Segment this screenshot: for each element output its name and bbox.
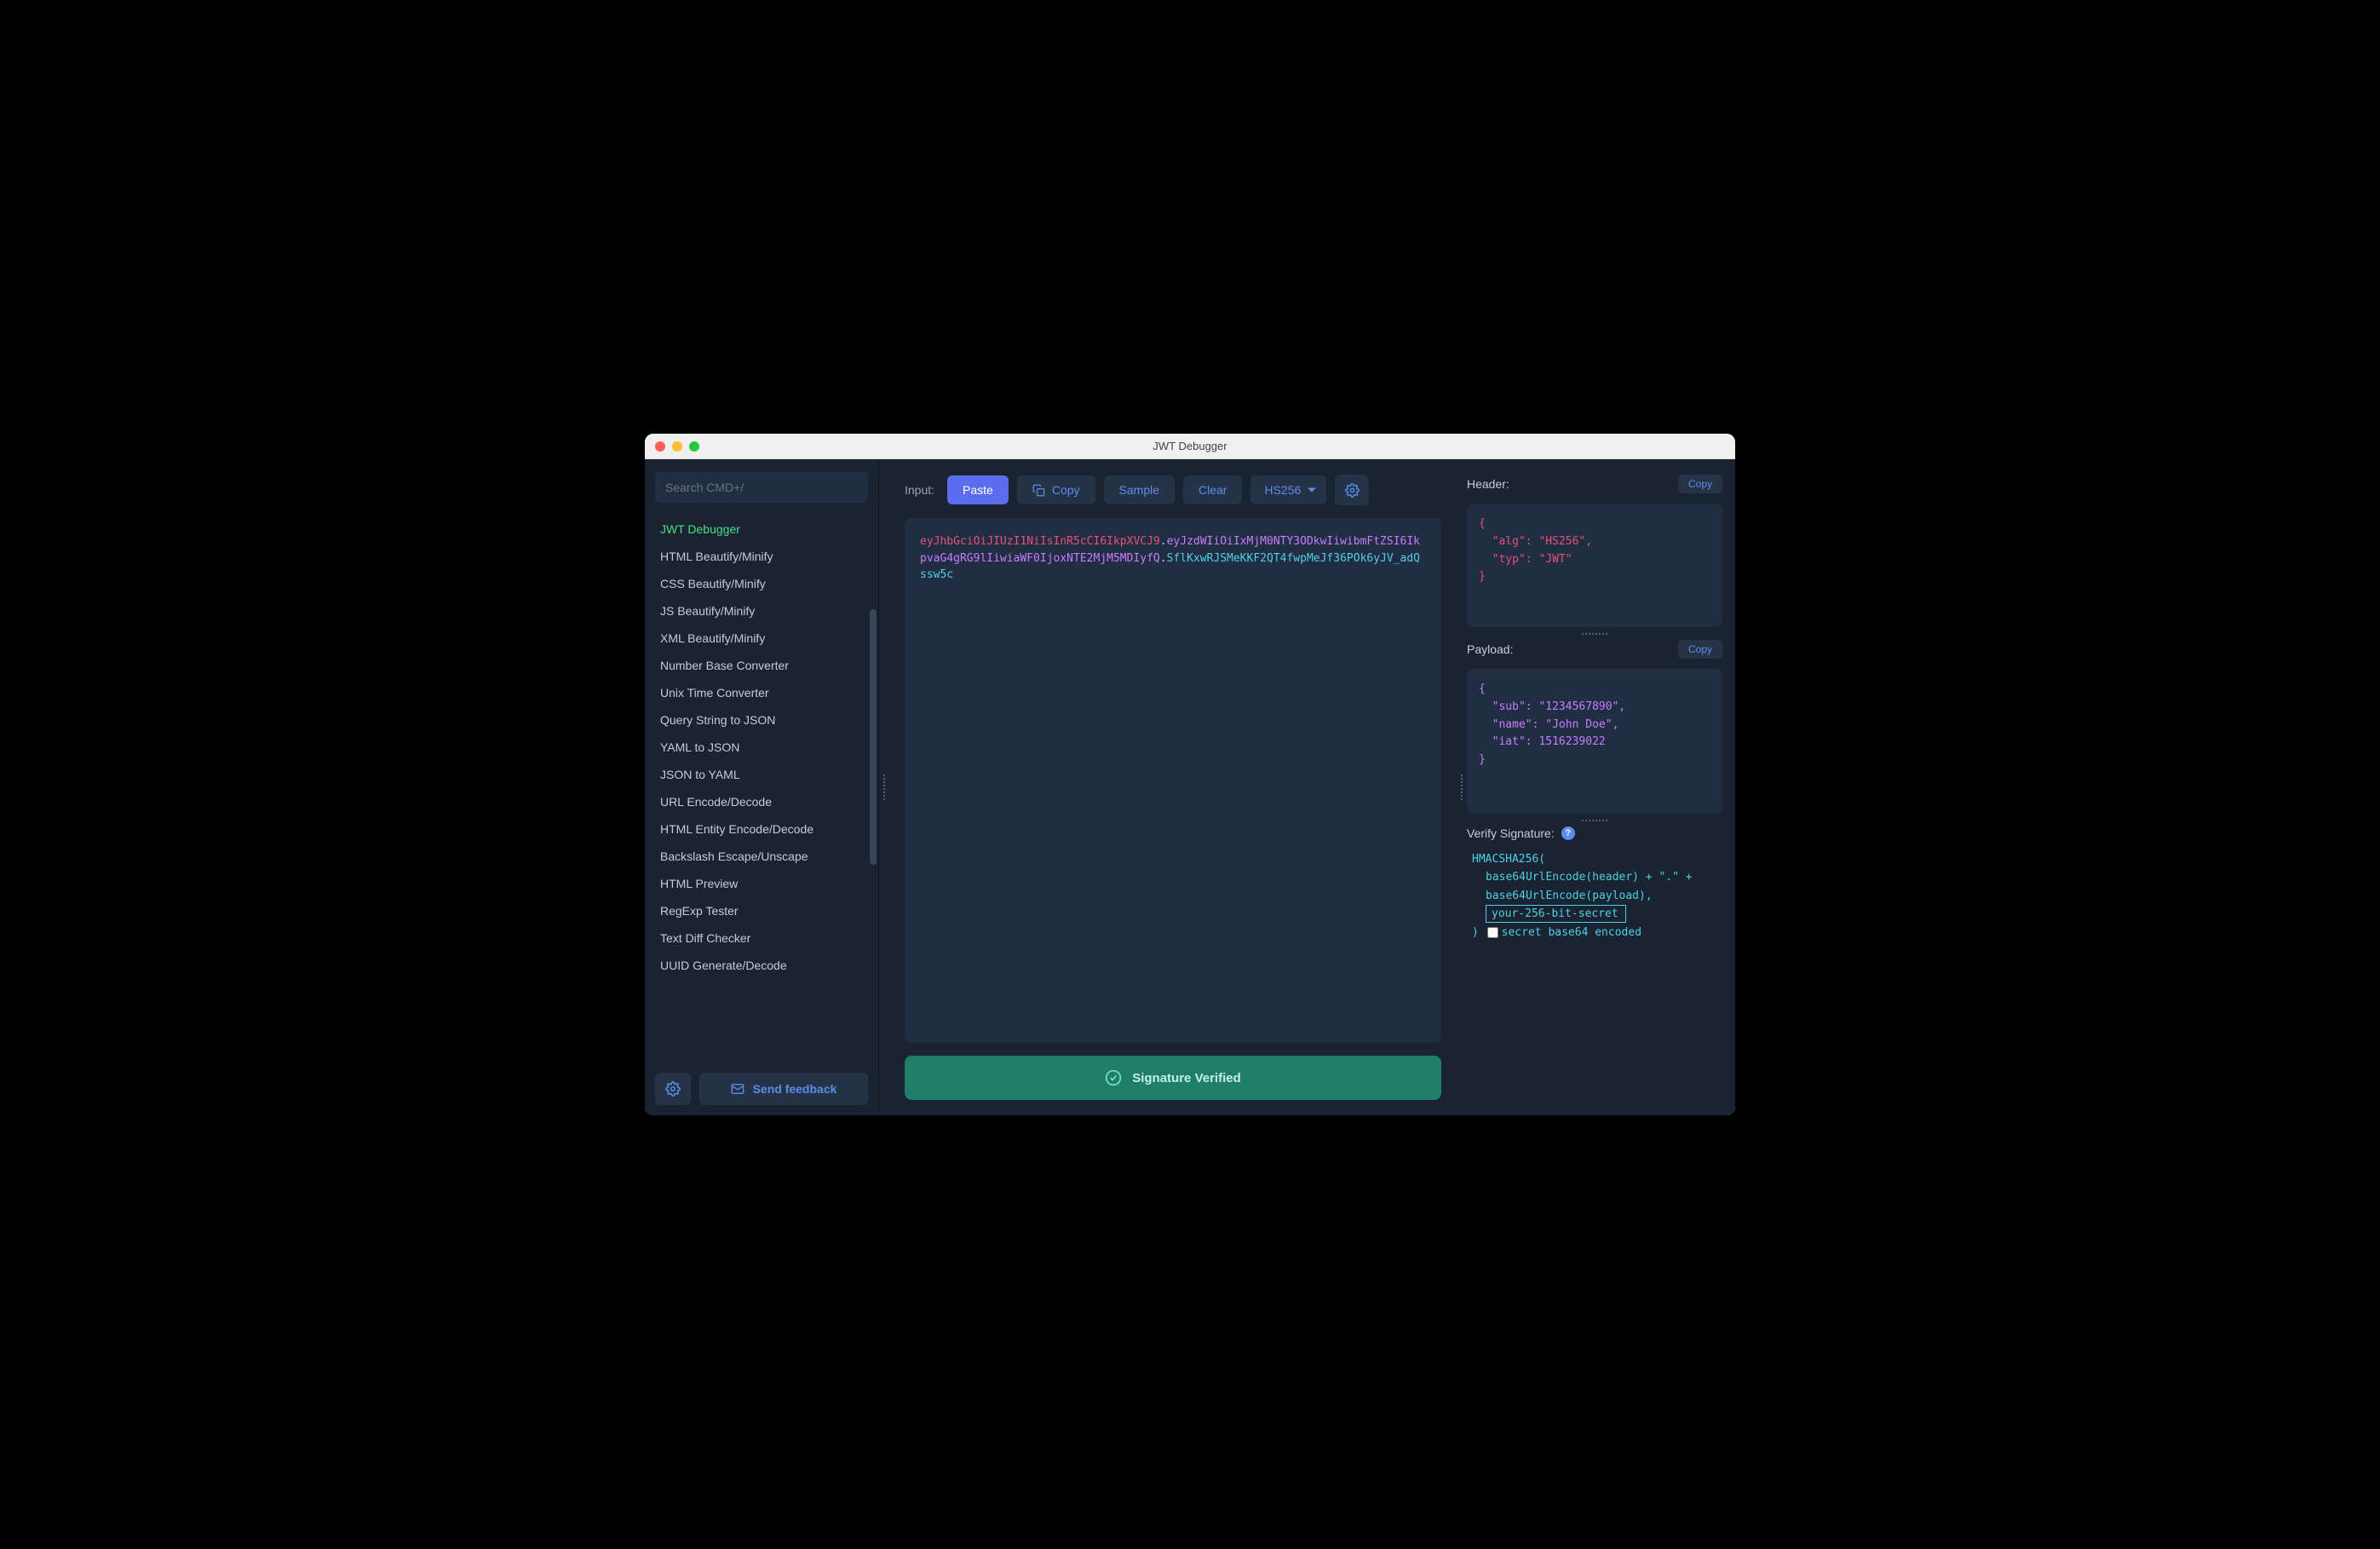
copy-button[interactable]: Copy (1017, 475, 1095, 504)
feedback-label: Send feedback (753, 1082, 837, 1096)
header-title: Header: (1467, 477, 1509, 491)
base64-checkbox[interactable] (1487, 927, 1498, 938)
content-area: JWT Debugger HTML Beautify/Minify CSS Be… (645, 459, 1735, 1115)
sidebar-item-query-string[interactable]: Query String to JSON (645, 706, 878, 734)
sidebar: JWT Debugger HTML Beautify/Minify CSS Be… (645, 459, 879, 1115)
paste-button[interactable]: Paste (947, 475, 1009, 504)
sidebar-item-number-base[interactable]: Number Base Converter (645, 652, 878, 679)
right-panel: Header: Copy { "alg": "HS256", "typ": "J… (1467, 459, 1735, 1115)
algorithm-select[interactable]: HS256 (1250, 475, 1326, 504)
traffic-lights (645, 441, 699, 452)
titlebar: JWT Debugger (645, 434, 1735, 459)
toolbar: Input: Paste Copy Sample Clear HS256 (905, 475, 1441, 505)
base64-label[interactable]: secret base64 encoded (1502, 926, 1641, 939)
sidebar-item-regexp[interactable]: RegExp Tester (645, 897, 878, 924)
signature-formula: HMACSHA256( base64UrlEncode(header) + ".… (1467, 850, 1722, 941)
right-resize-handle[interactable] (1457, 459, 1467, 1115)
sidebar-item-xml-beautify[interactable]: XML Beautify/Minify (645, 625, 878, 652)
sidebar-item-url-encode[interactable]: URL Encode/Decode (645, 788, 878, 815)
clear-button[interactable]: Clear (1183, 475, 1242, 504)
help-icon[interactable]: ? (1561, 826, 1575, 840)
sidebar-item-text-diff[interactable]: Text Diff Checker (645, 924, 878, 952)
sidebar-item-jwt-debugger[interactable]: JWT Debugger (645, 515, 878, 543)
sidebar-item-js-beautify[interactable]: JS Beautify/Minify (645, 597, 878, 625)
verify-title: Verify Signature: (1467, 826, 1555, 840)
gear-icon (1345, 483, 1360, 498)
gear-icon (665, 1081, 681, 1097)
check-circle-icon (1105, 1069, 1122, 1086)
payload-code[interactable]: { "sub": "1234567890", "name": "John Doe… (1467, 669, 1722, 814)
close-window[interactable] (655, 441, 665, 452)
header-payload-resize[interactable] (1467, 627, 1722, 640)
sample-button[interactable]: Sample (1104, 475, 1175, 504)
sidebar-item-html-beautify[interactable]: HTML Beautify/Minify (645, 543, 878, 570)
maximize-window[interactable] (689, 441, 699, 452)
tool-list: JWT Debugger HTML Beautify/Minify CSS Be… (645, 511, 878, 1062)
sidebar-item-html-entity[interactable]: HTML Entity Encode/Decode (645, 815, 878, 843)
algorithm-select-wrap: HS256 (1250, 475, 1326, 504)
scrollbar-thumb[interactable] (870, 609, 877, 865)
signature-status: Signature Verified (905, 1056, 1441, 1100)
settings-button[interactable] (655, 1073, 691, 1105)
minimize-window[interactable] (672, 441, 682, 452)
sidebar-item-html-preview[interactable]: HTML Preview (645, 870, 878, 897)
feedback-button[interactable]: Send feedback (699, 1073, 868, 1105)
status-label: Signature Verified (1132, 1071, 1241, 1085)
sidebar-item-json-to-yaml[interactable]: JSON to YAML (645, 761, 878, 788)
signature-panel: Verify Signature: ? HMACSHA256( base64Ur… (1467, 826, 1722, 941)
sidebar-resize-handle[interactable] (879, 459, 889, 1115)
copy-icon (1032, 484, 1045, 497)
payload-title: Payload: (1467, 642, 1513, 656)
sidebar-item-css-beautify[interactable]: CSS Beautify/Minify (645, 570, 878, 597)
copy-label: Copy (1052, 483, 1080, 497)
sidebar-item-uuid[interactable]: UUID Generate/Decode (645, 952, 878, 979)
header-panel: Header: Copy { "alg": "HS256", "typ": "J… (1467, 475, 1722, 627)
input-label: Input: (905, 483, 934, 497)
search-input[interactable] (655, 472, 868, 503)
app-window: JWT Debugger JWT Debugger HTML Beautify/… (645, 434, 1735, 1115)
sidebar-item-unix-time[interactable]: Unix Time Converter (645, 679, 878, 706)
sidebar-footer: Send feedback (645, 1062, 878, 1115)
tool-settings-button[interactable] (1335, 475, 1369, 505)
header-code[interactable]: { "alg": "HS256", "typ": "JWT"} (1467, 504, 1722, 627)
copy-header-button[interactable]: Copy (1678, 475, 1722, 493)
jwt-header-segment: eyJhbGciOiJIUzI1NiIsInR5cCI6IkpXVCJ9 (920, 535, 1160, 548)
window-title: JWT Debugger (645, 440, 1735, 452)
payload-signature-resize[interactable] (1467, 814, 1722, 826)
jwt-input-box[interactable]: eyJhbGciOiJIUzI1NiIsInR5cCI6IkpXVCJ9.eyJ… (905, 518, 1441, 1043)
mail-icon (731, 1082, 744, 1096)
payload-panel: Payload: Copy { "sub": "1234567890", "na… (1467, 640, 1722, 814)
search-wrap (645, 459, 878, 511)
sidebar-item-backslash[interactable]: Backslash Escape/Unscape (645, 843, 878, 870)
copy-payload-button[interactable]: Copy (1678, 640, 1722, 659)
secret-input[interactable] (1486, 905, 1626, 923)
main-panel: Input: Paste Copy Sample Clear HS256 eyJ… (889, 459, 1457, 1115)
sidebar-item-yaml-to-json[interactable]: YAML to JSON (645, 734, 878, 761)
